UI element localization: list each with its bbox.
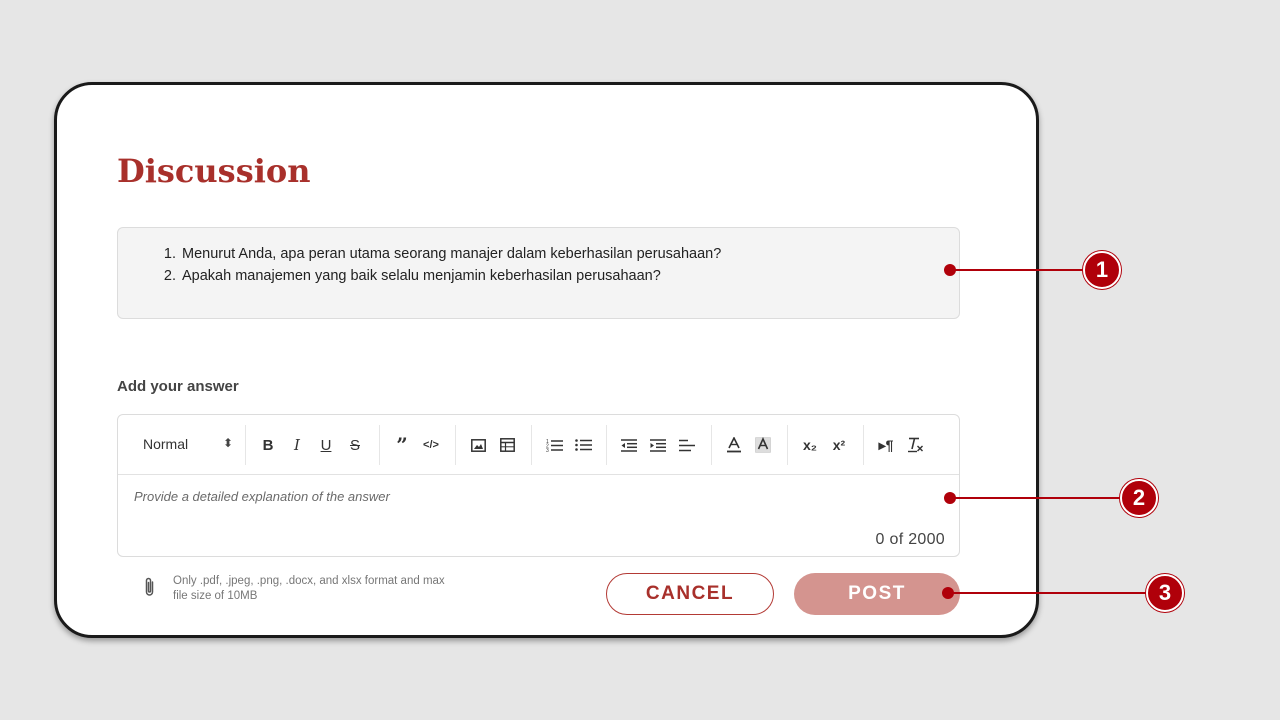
ordered-list-button[interactable]: 123: [543, 434, 565, 456]
toolbar-divider: [245, 425, 246, 465]
text-direction-button[interactable]: ▸¶: [875, 434, 897, 456]
strikethrough-button[interactable]: S: [344, 434, 366, 456]
subscript-icon: x₂: [802, 437, 817, 453]
highlight-color-icon: [755, 437, 771, 453]
underline-icon: U: [320, 436, 332, 454]
underline-button[interactable]: U: [315, 434, 337, 456]
superscript-button[interactable]: x²: [828, 434, 850, 456]
answer-label: Add your answer: [117, 378, 239, 395]
strikethrough-icon: S: [349, 436, 360, 454]
clear-format-icon: [907, 437, 923, 453]
quote-icon: ”: [396, 433, 408, 457]
callout-line-1: [950, 269, 1090, 271]
align-left-icon: [679, 439, 695, 451]
text-direction-icon: ▸¶: [878, 436, 894, 453]
editor-toolbar: Normal ⬍ B I U S ” </> 123 x₂ x² ▸¶: [118, 415, 959, 475]
counter-max: 2000: [908, 531, 945, 548]
italic-button[interactable]: I: [286, 434, 308, 456]
select-arrows-icon: ⬍: [222, 436, 233, 450]
bullet-list-button[interactable]: [572, 434, 594, 456]
toolbar-divider: [531, 425, 532, 465]
page-title: Discussion: [117, 152, 311, 190]
callout-badge-3: 3: [1146, 574, 1184, 612]
outdent-icon: [621, 438, 637, 452]
post-button[interactable]: POST: [794, 573, 960, 615]
counter-of: of: [889, 531, 904, 548]
toolbar-divider: [606, 425, 607, 465]
subscript-button[interactable]: x₂: [799, 434, 821, 456]
format-select[interactable]: Normal ⬍: [143, 436, 233, 452]
paperclip-icon: [145, 577, 154, 596]
clear-format-button[interactable]: [904, 434, 926, 456]
attachment-note: Only .pdf, .jpeg, .png, .docx, and xlsx …: [173, 575, 445, 602]
counter-current: 0: [875, 531, 885, 548]
italic-icon: I: [294, 436, 300, 454]
toolbar-divider: [455, 425, 456, 465]
indent-button[interactable]: [647, 434, 669, 456]
callout-badge-2: 2: [1120, 479, 1158, 517]
svg-text:3: 3: [546, 448, 549, 452]
insert-image-button[interactable]: [467, 434, 489, 456]
blockquote-button[interactable]: ”: [391, 433, 413, 457]
highlight-color-button[interactable]: [752, 434, 774, 456]
callout-line-2: [950, 497, 1125, 499]
insert-table-button[interactable]: [496, 434, 518, 456]
bold-button[interactable]: B: [257, 434, 279, 456]
attachment-button[interactable]: [143, 576, 156, 603]
table-icon: [499, 438, 515, 452]
code-icon: </>: [423, 439, 439, 451]
image-icon: [470, 438, 486, 452]
question-item: Menurut Anda, apa peran utama seorang ma…: [180, 243, 721, 265]
toolbar-divider: [863, 425, 864, 465]
callout-line-3: [948, 592, 1153, 594]
toolbar-divider: [379, 425, 380, 465]
code-button[interactable]: </>: [420, 434, 442, 456]
callout-badge-1: 1: [1083, 251, 1121, 289]
align-left-button[interactable]: [676, 434, 698, 456]
question-item: Apakah manajemen yang baik selalu menjam…: [180, 265, 721, 287]
toolbar-divider: [787, 425, 788, 465]
character-counter: 0 of 2000: [876, 531, 945, 549]
outdent-button[interactable]: [618, 434, 640, 456]
text-color-button[interactable]: [723, 434, 745, 456]
answer-input[interactable]: Provide a detailed explanation of the an…: [134, 489, 390, 504]
toolbar-divider: [711, 425, 712, 465]
bold-icon: B: [262, 436, 274, 454]
ordered-list-icon: 123: [546, 439, 563, 452]
format-select-value: Normal: [143, 436, 189, 452]
superscript-icon: x²: [832, 437, 846, 453]
bullet-list-icon: [574, 439, 592, 451]
question-box: Menurut Anda, apa peran utama seorang ma…: [117, 227, 960, 319]
question-list: Menurut Anda, apa peran utama seorang ma…: [180, 243, 721, 287]
cancel-button[interactable]: CANCEL: [606, 573, 774, 615]
text-color-icon: [727, 437, 741, 453]
indent-icon: [650, 438, 666, 452]
answer-editor: Normal ⬍ B I U S ” </> 123 x₂ x² ▸¶ Prov…: [117, 414, 960, 557]
